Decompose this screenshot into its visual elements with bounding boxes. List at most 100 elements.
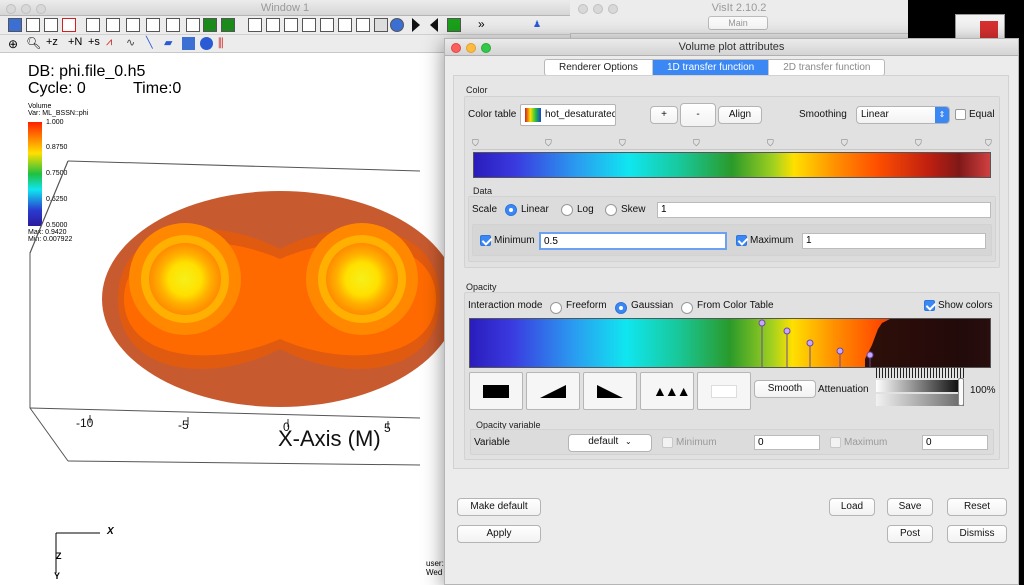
play-icon[interactable] xyxy=(412,18,420,32)
freeform-radio[interactable] xyxy=(550,302,562,314)
control-point-icon[interactable]: ⛉ xyxy=(767,138,774,149)
from-color-table-radio[interactable] xyxy=(681,302,693,314)
maximum-checkbox[interactable] xyxy=(736,235,747,246)
dialog-zoom-button[interactable] xyxy=(481,43,491,53)
tab-2d-transfer[interactable]: 2D transfer function xyxy=(769,60,884,75)
checkbox-toolbar-icon[interactable] xyxy=(8,18,22,32)
navigate-mode-icon[interactable] xyxy=(203,18,217,32)
scale-linear-radio[interactable] xyxy=(505,204,517,216)
scale-linear-label: Linear xyxy=(521,204,549,215)
shape-gaussian-button[interactable]: ▲▲▲ xyxy=(640,372,694,410)
make-default-button[interactable]: Make default xyxy=(457,498,541,516)
equal-checkbox[interactable] xyxy=(955,109,966,120)
main-button[interactable]: Main xyxy=(708,16,768,30)
shape-box-button[interactable] xyxy=(469,372,523,410)
control-point-icon[interactable]: ⛉ xyxy=(472,138,479,149)
dialog-minimize-button[interactable] xyxy=(466,43,476,53)
skew-input[interactable]: 1 xyxy=(657,202,991,218)
layout-4x4-icon[interactable] xyxy=(186,18,200,32)
remove-point-button[interactable]: - xyxy=(680,103,716,127)
tab-renderer-options[interactable]: Renderer Options xyxy=(545,60,653,75)
recenter-icon[interactable] xyxy=(302,18,316,32)
delete-window-icon[interactable] xyxy=(62,18,76,32)
scale-skew-radio[interactable] xyxy=(605,204,617,216)
apply-button[interactable]: Apply xyxy=(457,525,541,543)
dismiss-button[interactable]: Dismiss xyxy=(947,525,1007,543)
stop-icon[interactable] xyxy=(447,18,461,32)
axis-tool-icon[interactable]: ⫼ xyxy=(218,36,224,51)
load-button[interactable]: Load xyxy=(829,498,875,516)
control-point-icon[interactable]: ⛉ xyxy=(545,138,552,149)
spreadsheet-icon[interactable]: ⩘ xyxy=(106,36,112,49)
align-button[interactable]: Align xyxy=(718,106,762,124)
scale-log-radio[interactable] xyxy=(561,204,573,216)
new-window-icon[interactable] xyxy=(26,18,40,32)
perspective-icon[interactable] xyxy=(266,18,280,32)
smooth-button[interactable]: Smooth xyxy=(754,380,816,398)
opacity-maximum-input[interactable]: 0 xyxy=(922,435,988,450)
lock-icon[interactable] xyxy=(374,18,388,32)
save-button[interactable]: Save xyxy=(887,498,933,516)
overflow-chevron-icon[interactable]: » xyxy=(478,17,485,31)
opacity-maximum-checkbox[interactable] xyxy=(830,437,841,448)
shape-flat-button[interactable] xyxy=(697,372,751,410)
post-button[interactable]: Post xyxy=(887,525,933,543)
plane-tool-icon[interactable]: ▰ xyxy=(164,36,172,49)
control-point-icon[interactable]: ⛉ xyxy=(693,138,700,149)
x-axis-title: X-Axis (M) xyxy=(278,426,381,451)
layout-2x2-icon[interactable] xyxy=(126,18,140,32)
reverse-icon[interactable] xyxy=(430,18,438,32)
attenuation-slider-handle[interactable] xyxy=(958,378,964,406)
variable-select[interactable]: default ⌄ xyxy=(568,434,652,452)
layout-1x1-icon[interactable] xyxy=(86,18,100,32)
zoom-mode-icon[interactable] xyxy=(221,18,235,32)
box-tool-icon[interactable] xyxy=(182,37,195,50)
save-image-icon[interactable] xyxy=(356,18,370,32)
scale-skew-label: Skew xyxy=(621,204,646,215)
sphere-tool-icon[interactable] xyxy=(200,37,213,50)
control-point-icon[interactable]: ⛉ xyxy=(841,138,848,149)
close-window-button[interactable] xyxy=(6,4,16,14)
info-icon[interactable] xyxy=(390,18,404,32)
curve-icon[interactable]: ∿ xyxy=(126,36,135,49)
control-point-icon[interactable]: ⛉ xyxy=(915,138,922,149)
camera-icon[interactable] xyxy=(248,18,262,32)
color-table-select[interactable]: hot_desaturated xyxy=(520,104,616,126)
opacity-minimum-checkbox[interactable] xyxy=(662,437,673,448)
redo-view-icon[interactable] xyxy=(338,18,352,32)
show-colors-checkbox[interactable] xyxy=(924,300,935,311)
reset-view-icon[interactable] xyxy=(284,18,298,32)
tool-icon[interactable]: ♟ xyxy=(530,18,544,32)
smoothing-select[interactable]: Linear ⇕ xyxy=(856,106,950,124)
layout-1x2-icon[interactable] xyxy=(106,18,120,32)
pick-icon[interactable]: +N xyxy=(68,36,82,48)
opacity-minimum-input[interactable]: 0 xyxy=(754,435,820,450)
line-tool-icon[interactable]: ╲ xyxy=(146,36,153,49)
volume-attributes-dialog: Volume plot attributes Renderer Options … xyxy=(444,38,1019,585)
navigate-icon[interactable]: ⊕ xyxy=(8,37,18,51)
reset-button[interactable]: Reset xyxy=(947,498,1007,516)
minimize-window-button[interactable] xyxy=(21,4,31,14)
zoom-window-button[interactable] xyxy=(36,4,46,14)
color-table-gradient[interactable] xyxy=(473,152,991,178)
undo-view-icon[interactable] xyxy=(320,18,334,32)
control-point-icon[interactable]: ⛉ xyxy=(985,138,992,149)
dialog-close-button[interactable] xyxy=(451,43,461,53)
lineout-icon[interactable]: +z xyxy=(46,36,58,48)
minimum-input[interactable]: 0.5 xyxy=(539,232,727,250)
clone-window-icon[interactable] xyxy=(44,18,58,32)
add-point-button[interactable]: + xyxy=(650,106,678,124)
control-point-icon[interactable]: ⛉ xyxy=(619,138,626,149)
shape-ramp-up-button[interactable] xyxy=(526,372,580,410)
tab-1d-transfer[interactable]: 1D transfer function xyxy=(652,60,770,75)
maximum-input[interactable]: 1 xyxy=(802,233,986,249)
gaussian-radio[interactable] xyxy=(615,302,627,314)
window-title-bar: Window 1 xyxy=(0,0,570,16)
minimum-checkbox[interactable] xyxy=(480,235,491,246)
layout-2x3-icon[interactable] xyxy=(146,18,160,32)
opacity-editor[interactable] xyxy=(469,318,991,368)
shape-ramp-down-button[interactable] xyxy=(583,372,637,410)
pick-node-icon[interactable]: +s xyxy=(88,36,100,48)
zoom-icon[interactable]: 🔍︎ xyxy=(26,36,41,50)
layout-3x3-icon[interactable] xyxy=(166,18,180,32)
